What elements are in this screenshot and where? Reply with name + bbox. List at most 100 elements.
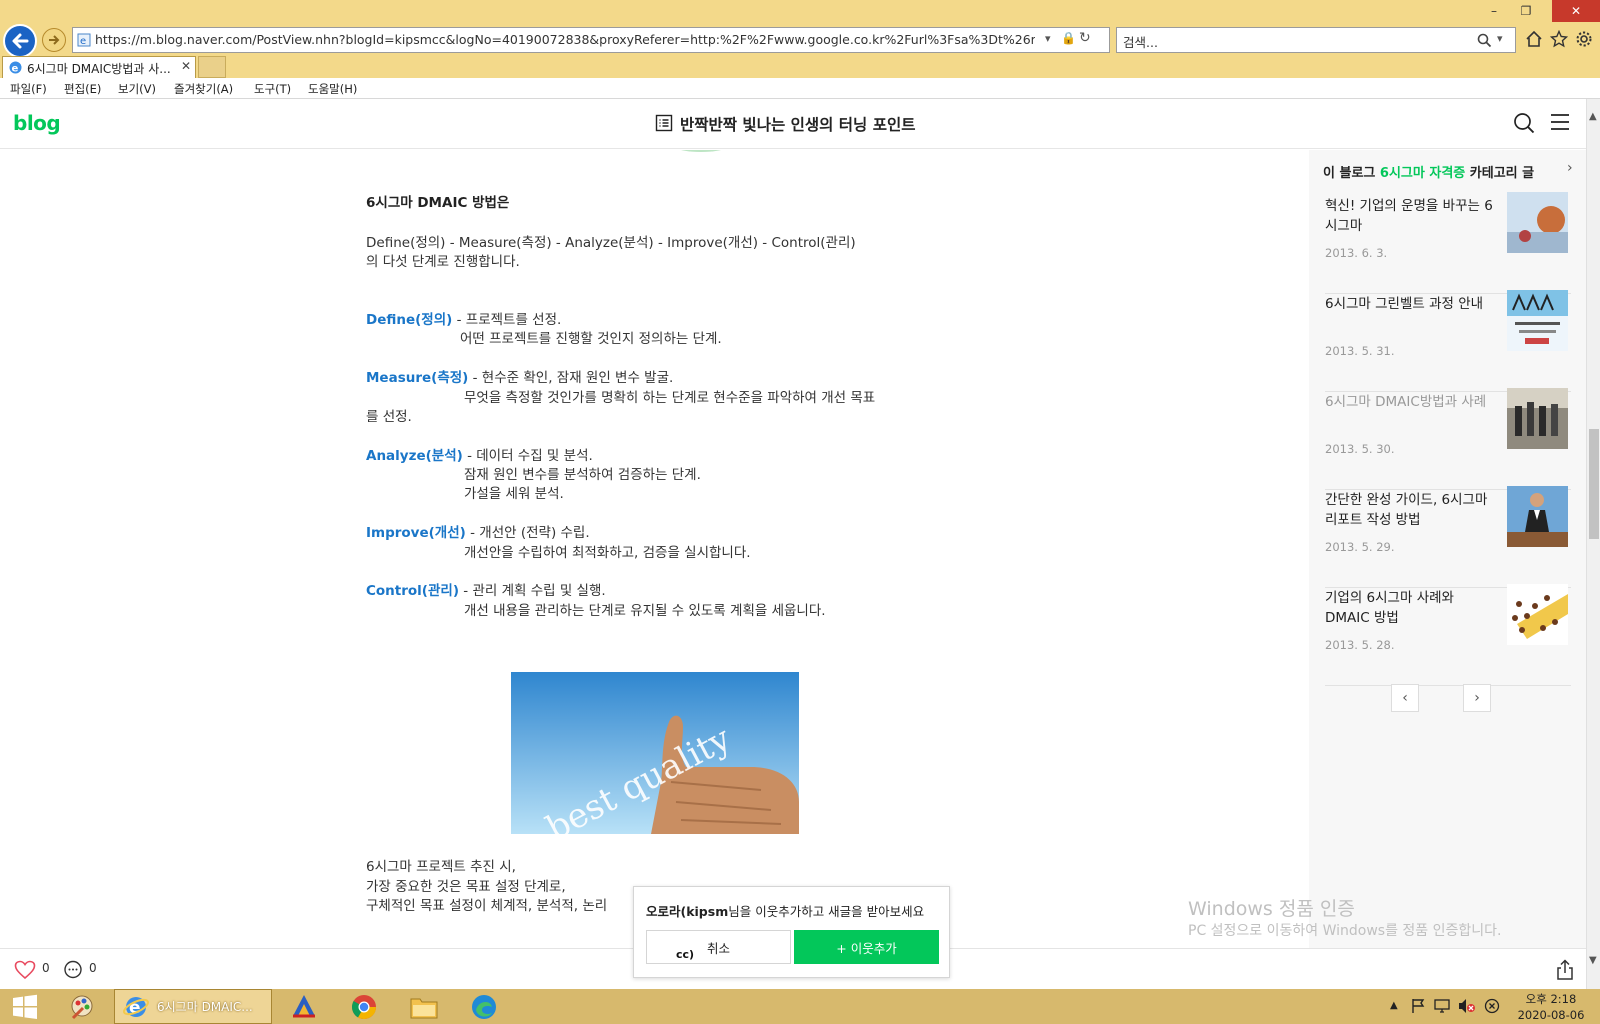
settings-gear-icon[interactable] — [1575, 30, 1593, 48]
taskbar-app-explorer[interactable] — [394, 989, 454, 1024]
comment-icon[interactable] — [63, 960, 83, 980]
step-name: Control(관리) — [366, 583, 459, 599]
svg-text:e: e — [12, 64, 19, 75]
search-input[interactable]: 검색... — [1123, 32, 1158, 51]
menu-edit[interactable]: 편집(E) — [64, 81, 101, 97]
close-button[interactable]: ✕ — [1552, 0, 1600, 22]
flag-icon[interactable] — [1410, 998, 1426, 1014]
folder-app-icon — [410, 998, 438, 1018]
search-icon[interactable] — [1513, 112, 1535, 134]
taskbar-app-editor[interactable] — [274, 989, 334, 1024]
menu-help[interactable]: 도움말(H) — [308, 81, 357, 97]
cancel-button[interactable]: 취소 — [646, 930, 791, 964]
step-summary: - 관리 계획 수립 및 실행. — [459, 583, 606, 599]
forward-button[interactable] — [42, 28, 66, 52]
refresh-icon[interactable]: ↻ — [1079, 30, 1091, 46]
tray-expand-icon[interactable]: ▲ — [1390, 1000, 1398, 1011]
article-body: 6시그마 DMAIC 방법은 Define(정의) - Measure(측정) … — [0, 150, 1309, 948]
paint-app-icon — [71, 995, 93, 1019]
scrollbar-thumb[interactable] — [1589, 429, 1599, 539]
edge-app-icon — [472, 994, 496, 1019]
notification-icon[interactable] — [1484, 998, 1500, 1014]
arrow-right-icon — [49, 35, 60, 45]
sidebar-post[interactable]: 기업의 6시그마 사례와 DMAIC 방법 2013. 5. 28. — [1325, 584, 1571, 686]
blog-title[interactable]: 반짝반짝 빛나는 인생의 터닝 포인트 — [680, 113, 916, 135]
back-button[interactable] — [3, 24, 37, 58]
step-control: Control(관리) - 관리 계획 수립 및 실행. — [366, 581, 606, 601]
sidebar-title[interactable]: 이 블로그 6시그마 자격증 카테고리 글 — [1323, 162, 1534, 181]
outro-line: 6시그마 프로젝트 추진 시, — [366, 859, 516, 875]
step-summary: - 현수준 확인, 잠재 원인 변수 발굴. — [468, 370, 674, 386]
dropdown-icon[interactable]: ▾ — [1045, 32, 1051, 45]
step-name: Define(정의) — [366, 312, 453, 328]
scroll-down-icon[interactable]: ▼ — [1589, 955, 1597, 966]
chevron-right-icon[interactable]: › — [1567, 160, 1573, 176]
start-button[interactable] — [0, 989, 50, 1024]
tab-active[interactable]: e 6시그마 DMAIC방법과 사... ✕ — [2, 56, 196, 78]
home-icon[interactable] — [1525, 30, 1543, 48]
menu-favorites[interactable]: 즐겨찾기(A) — [174, 81, 233, 97]
step-name: Measure(측정) — [366, 370, 469, 386]
step-detail: 무엇을 측정할 것인가를 명확히 하는 단계로 현수준을 파악하여 개선 목표 — [464, 390, 876, 406]
menu-file[interactable]: 파일(F) — [10, 81, 47, 97]
list-icon — [655, 114, 673, 132]
network-icon[interactable] — [1434, 998, 1450, 1014]
heart-icon[interactable] — [14, 960, 36, 980]
like-count: 0 — [42, 961, 50, 975]
clock-date: 2020-08-06 — [1517, 1008, 1585, 1022]
blog-header: blog 반짝반짝 빛나는 인생의 터닝 포인트 — [0, 99, 1586, 149]
lock-icon[interactable]: 🔒 — [1061, 31, 1076, 45]
search-box[interactable]: 검색... ▾ — [1116, 27, 1516, 53]
step-measure: Measure(측정) - 현수준 확인, 잠재 원인 변수 발굴. — [366, 368, 673, 388]
menu-hamburger-icon[interactable] — [1550, 113, 1570, 131]
taskbar-app-ie[interactable]: e 6시그마 DMAIC... — [114, 989, 272, 1024]
menu-view[interactable]: 보기(V) — [118, 81, 156, 97]
search-dropdown-icon[interactable]: ▾ — [1497, 32, 1503, 45]
comment-count: 0 — [89, 961, 97, 975]
vertical-scrollbar[interactable]: ▲ ▼ — [1586, 99, 1600, 989]
taskbar-app-paint[interactable] — [52, 989, 112, 1024]
system-clock[interactable]: 오후 2:18 2020-08-06 — [1512, 991, 1590, 1023]
share-icon[interactable] — [1556, 959, 1574, 981]
tab-title: 6시그마 DMAIC방법과 사... — [27, 62, 171, 76]
blog-logo[interactable]: blog — [13, 111, 61, 135]
scroll-up-icon[interactable]: ▲ — [1589, 111, 1597, 122]
add-neighbor-button[interactable]: + 이웃추가 — [794, 930, 939, 964]
chevron-left-icon: ‹ — [1402, 690, 1408, 706]
sidebar-post-current[interactable]: 6시그마 DMAIC방법과 사례 2013. 5. 30. — [1325, 388, 1571, 490]
volume-muted-icon[interactable] — [1458, 998, 1476, 1014]
sidebar-post[interactable]: 6시그마 그린벨트 과정 안내 2013. 5. 31. — [1325, 290, 1571, 392]
best-quality-image[interactable]: best quality — [511, 672, 799, 834]
step-analyze: Analyze(분석) - 데이터 수집 및 분석. — [366, 446, 593, 466]
restore-button[interactable]: ❐ — [1510, 0, 1542, 22]
popup-username: 오로라(kipsm — [646, 904, 729, 919]
intro-line: 의 다섯 단계로 진행합니다. — [366, 254, 520, 270]
next-page-button[interactable]: › — [1463, 684, 1491, 712]
address-bar[interactable]: e https://m.blog.naver.com/PostView.nhn?… — [72, 27, 1110, 53]
sidebar-title-suffix: 카테고리 글 — [1465, 166, 1535, 181]
new-tab-button[interactable] — [198, 56, 226, 78]
search-icon[interactable] — [1477, 33, 1492, 48]
title-bar: – ❐ ✕ — [0, 0, 1600, 22]
editor-app-icon — [293, 994, 315, 1017]
post-thumbnail — [1507, 388, 1568, 449]
sidebar-post[interactable]: 간단한 완성 가이드, 6시그마 리포트 작성 방법 2013. 5. 29. — [1325, 486, 1571, 588]
follow-popup: 오로라(kipsm님을 이웃추가하고 새글을 받아보세요 취소 + 이웃추가 — [633, 886, 950, 978]
prev-page-button[interactable]: ‹ — [1391, 684, 1419, 712]
favorites-star-icon[interactable] — [1550, 30, 1568, 48]
decorative-arc — [676, 150, 726, 152]
taskbar-ie-label: 6시그마 DMAIC... — [157, 1000, 253, 1014]
step-detail: 개선안을 수립하여 최적화하고, 검증을 실시합니다. — [464, 545, 751, 561]
svg-text:e: e — [80, 36, 86, 47]
post-title: 6시그마 그린벨트 과정 안내 — [1325, 296, 1484, 312]
step-detail: 가설을 세워 분석. — [464, 486, 564, 502]
taskbar-app-chrome[interactable] — [334, 989, 394, 1024]
sidebar-post[interactable]: 혁신! 기업의 운명을 바꾸는 6시그마 2013. 6. 3. — [1325, 192, 1571, 294]
cc-text: cc) — [676, 948, 695, 961]
minimize-button[interactable]: – — [1478, 0, 1510, 22]
tab-close-icon[interactable]: ✕ — [181, 59, 191, 73]
taskbar-app-edge[interactable] — [454, 989, 514, 1024]
step-define: Define(정의) - 프로젝트를 선정. — [366, 310, 561, 330]
menu-tools[interactable]: 도구(T) — [254, 81, 291, 97]
sidebar-title-prefix: 이 블로그 — [1323, 166, 1380, 181]
